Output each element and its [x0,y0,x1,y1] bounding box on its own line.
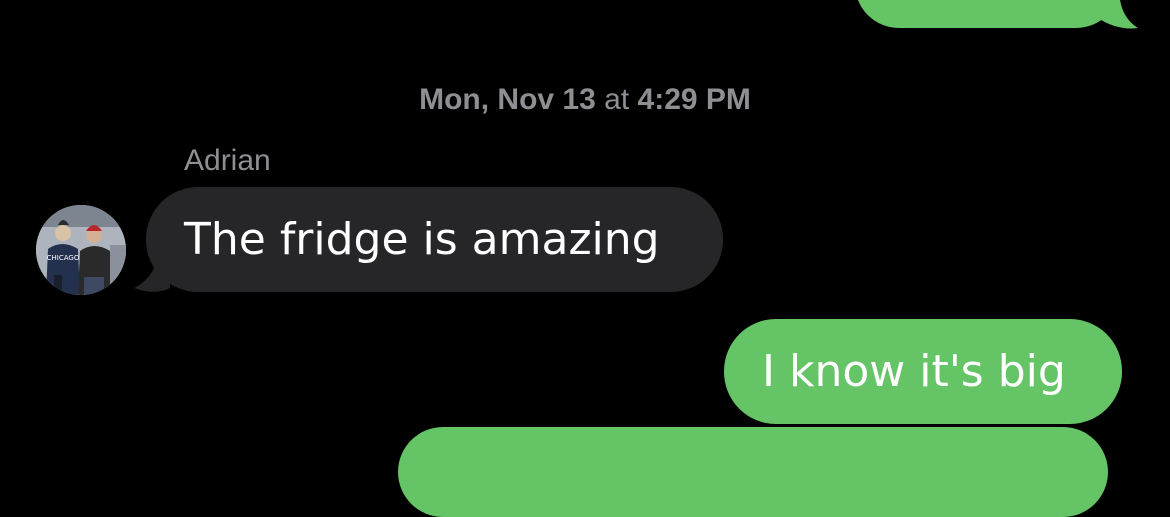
avatar-shirt-text: CHICAGO [47,254,80,262]
timestamp-time: 4:29 PM [637,83,751,116]
incoming-message-text: The fridge is amazing [184,213,660,265]
outgoing-bubble-tail [1098,0,1138,29]
conversation-timestamp: Mon, Nov 13 at 4:29 PM [0,83,1170,117]
incoming-message-bubble[interactable]: The fridge is amazing [146,187,723,292]
avatar-photo: CHICAGO [36,205,126,295]
contact-avatar[interactable]: CHICAGO [36,205,126,295]
timestamp-date: Mon, Nov 13 [419,83,596,116]
outgoing-message-bubble-partial-top[interactable] [855,0,1120,28]
outgoing-message-text: I know it's big [762,345,1066,397]
outgoing-message-bubble-partial-bottom[interactable] [398,427,1108,517]
sender-name: Adrian [184,144,271,177]
outgoing-message-bubble[interactable]: I know it's big [724,319,1122,424]
timestamp-connector: at [604,83,630,116]
